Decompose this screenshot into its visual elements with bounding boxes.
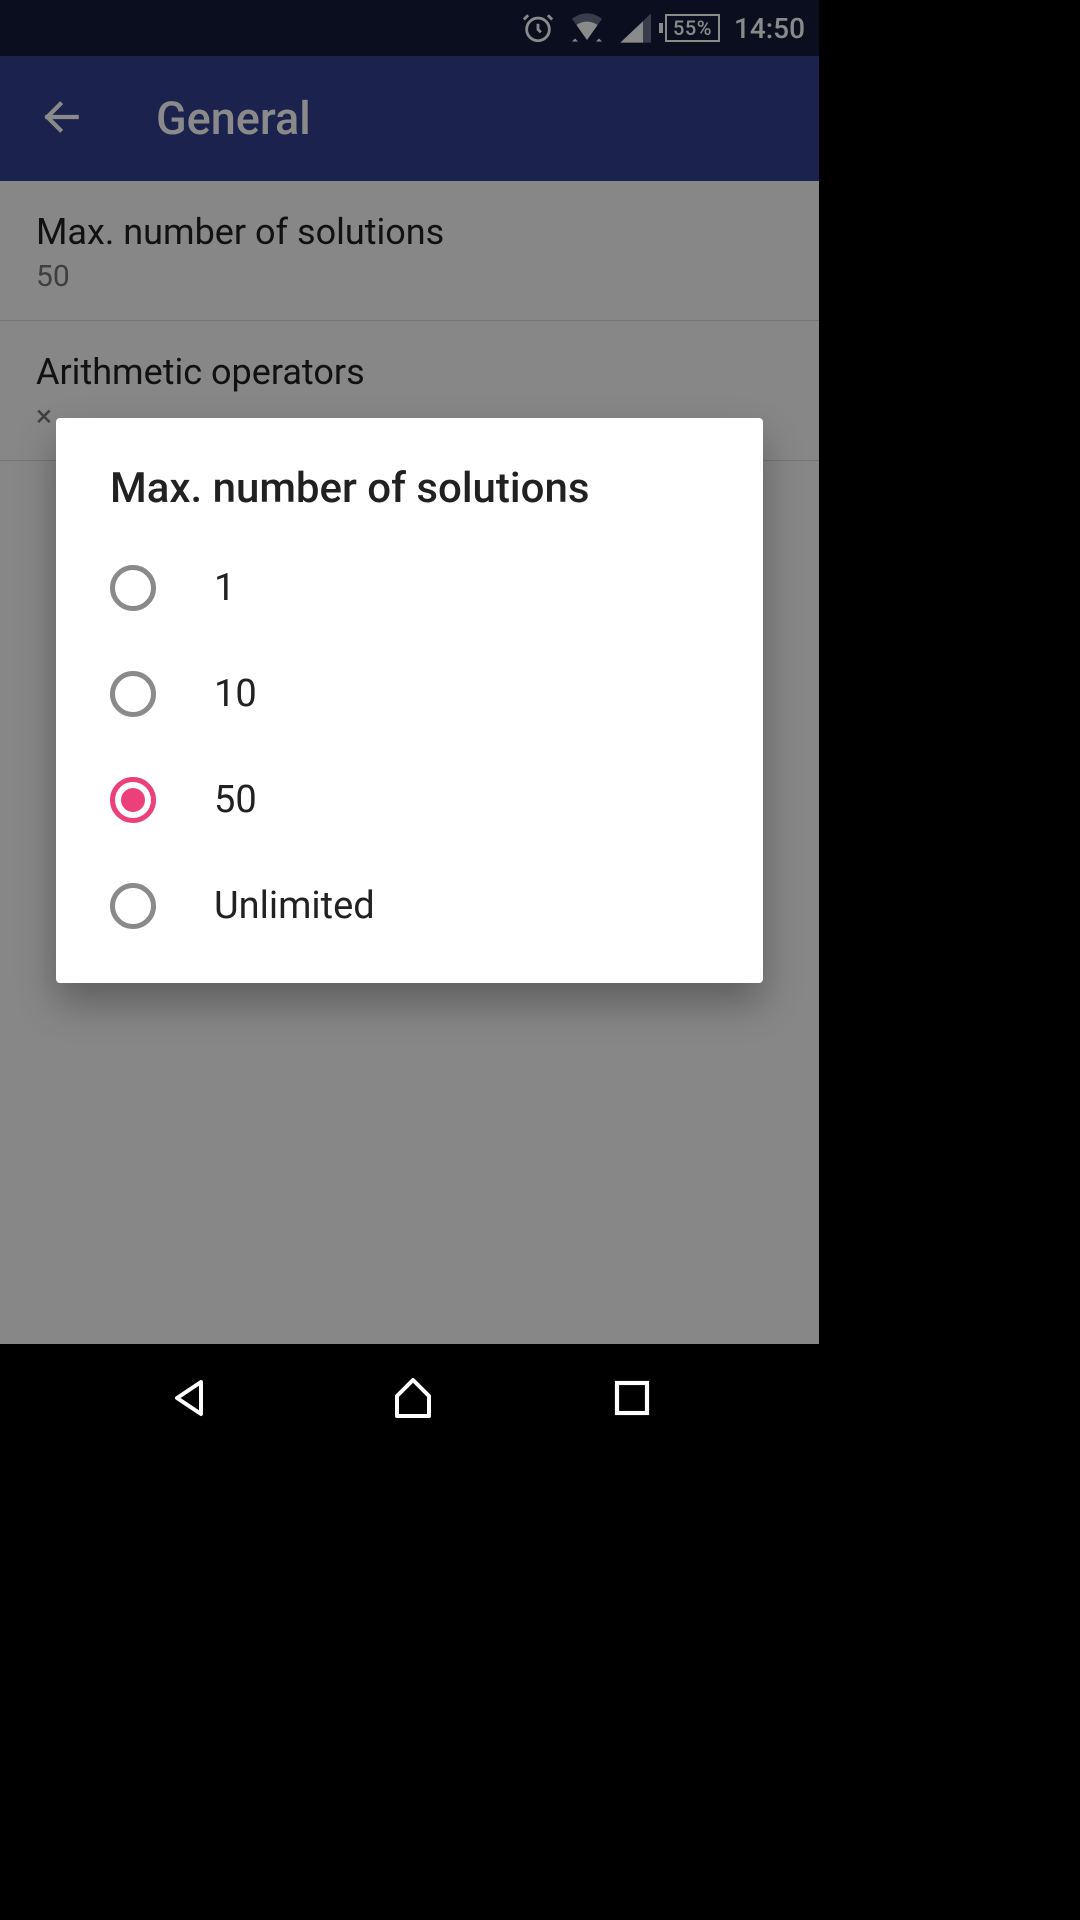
nav-home-icon[interactable] <box>389 1374 437 1426</box>
dialog-title: Max. number of solutions <box>56 418 763 535</box>
nav-back-icon[interactable] <box>167 1374 215 1426</box>
radio-icon <box>110 565 156 611</box>
radio-label: Unlimited <box>214 884 375 928</box>
radio-icon <box>110 883 156 929</box>
dialog-max-solutions: Max. number of solutions 1 10 50 Unlimit… <box>56 418 763 983</box>
radio-label: 50 <box>214 778 257 822</box>
radio-icon <box>110 777 156 823</box>
navigation-bar <box>0 1344 819 1456</box>
radio-label: 10 <box>214 672 257 716</box>
radio-icon <box>110 671 156 717</box>
radio-option-1[interactable]: 1 <box>56 535 763 641</box>
radio-option-unlimited[interactable]: Unlimited <box>56 853 763 959</box>
radio-option-10[interactable]: 10 <box>56 641 763 747</box>
radio-option-50[interactable]: 50 <box>56 747 763 853</box>
nav-recent-icon[interactable] <box>612 1378 652 1422</box>
radio-label: 1 <box>214 566 235 610</box>
